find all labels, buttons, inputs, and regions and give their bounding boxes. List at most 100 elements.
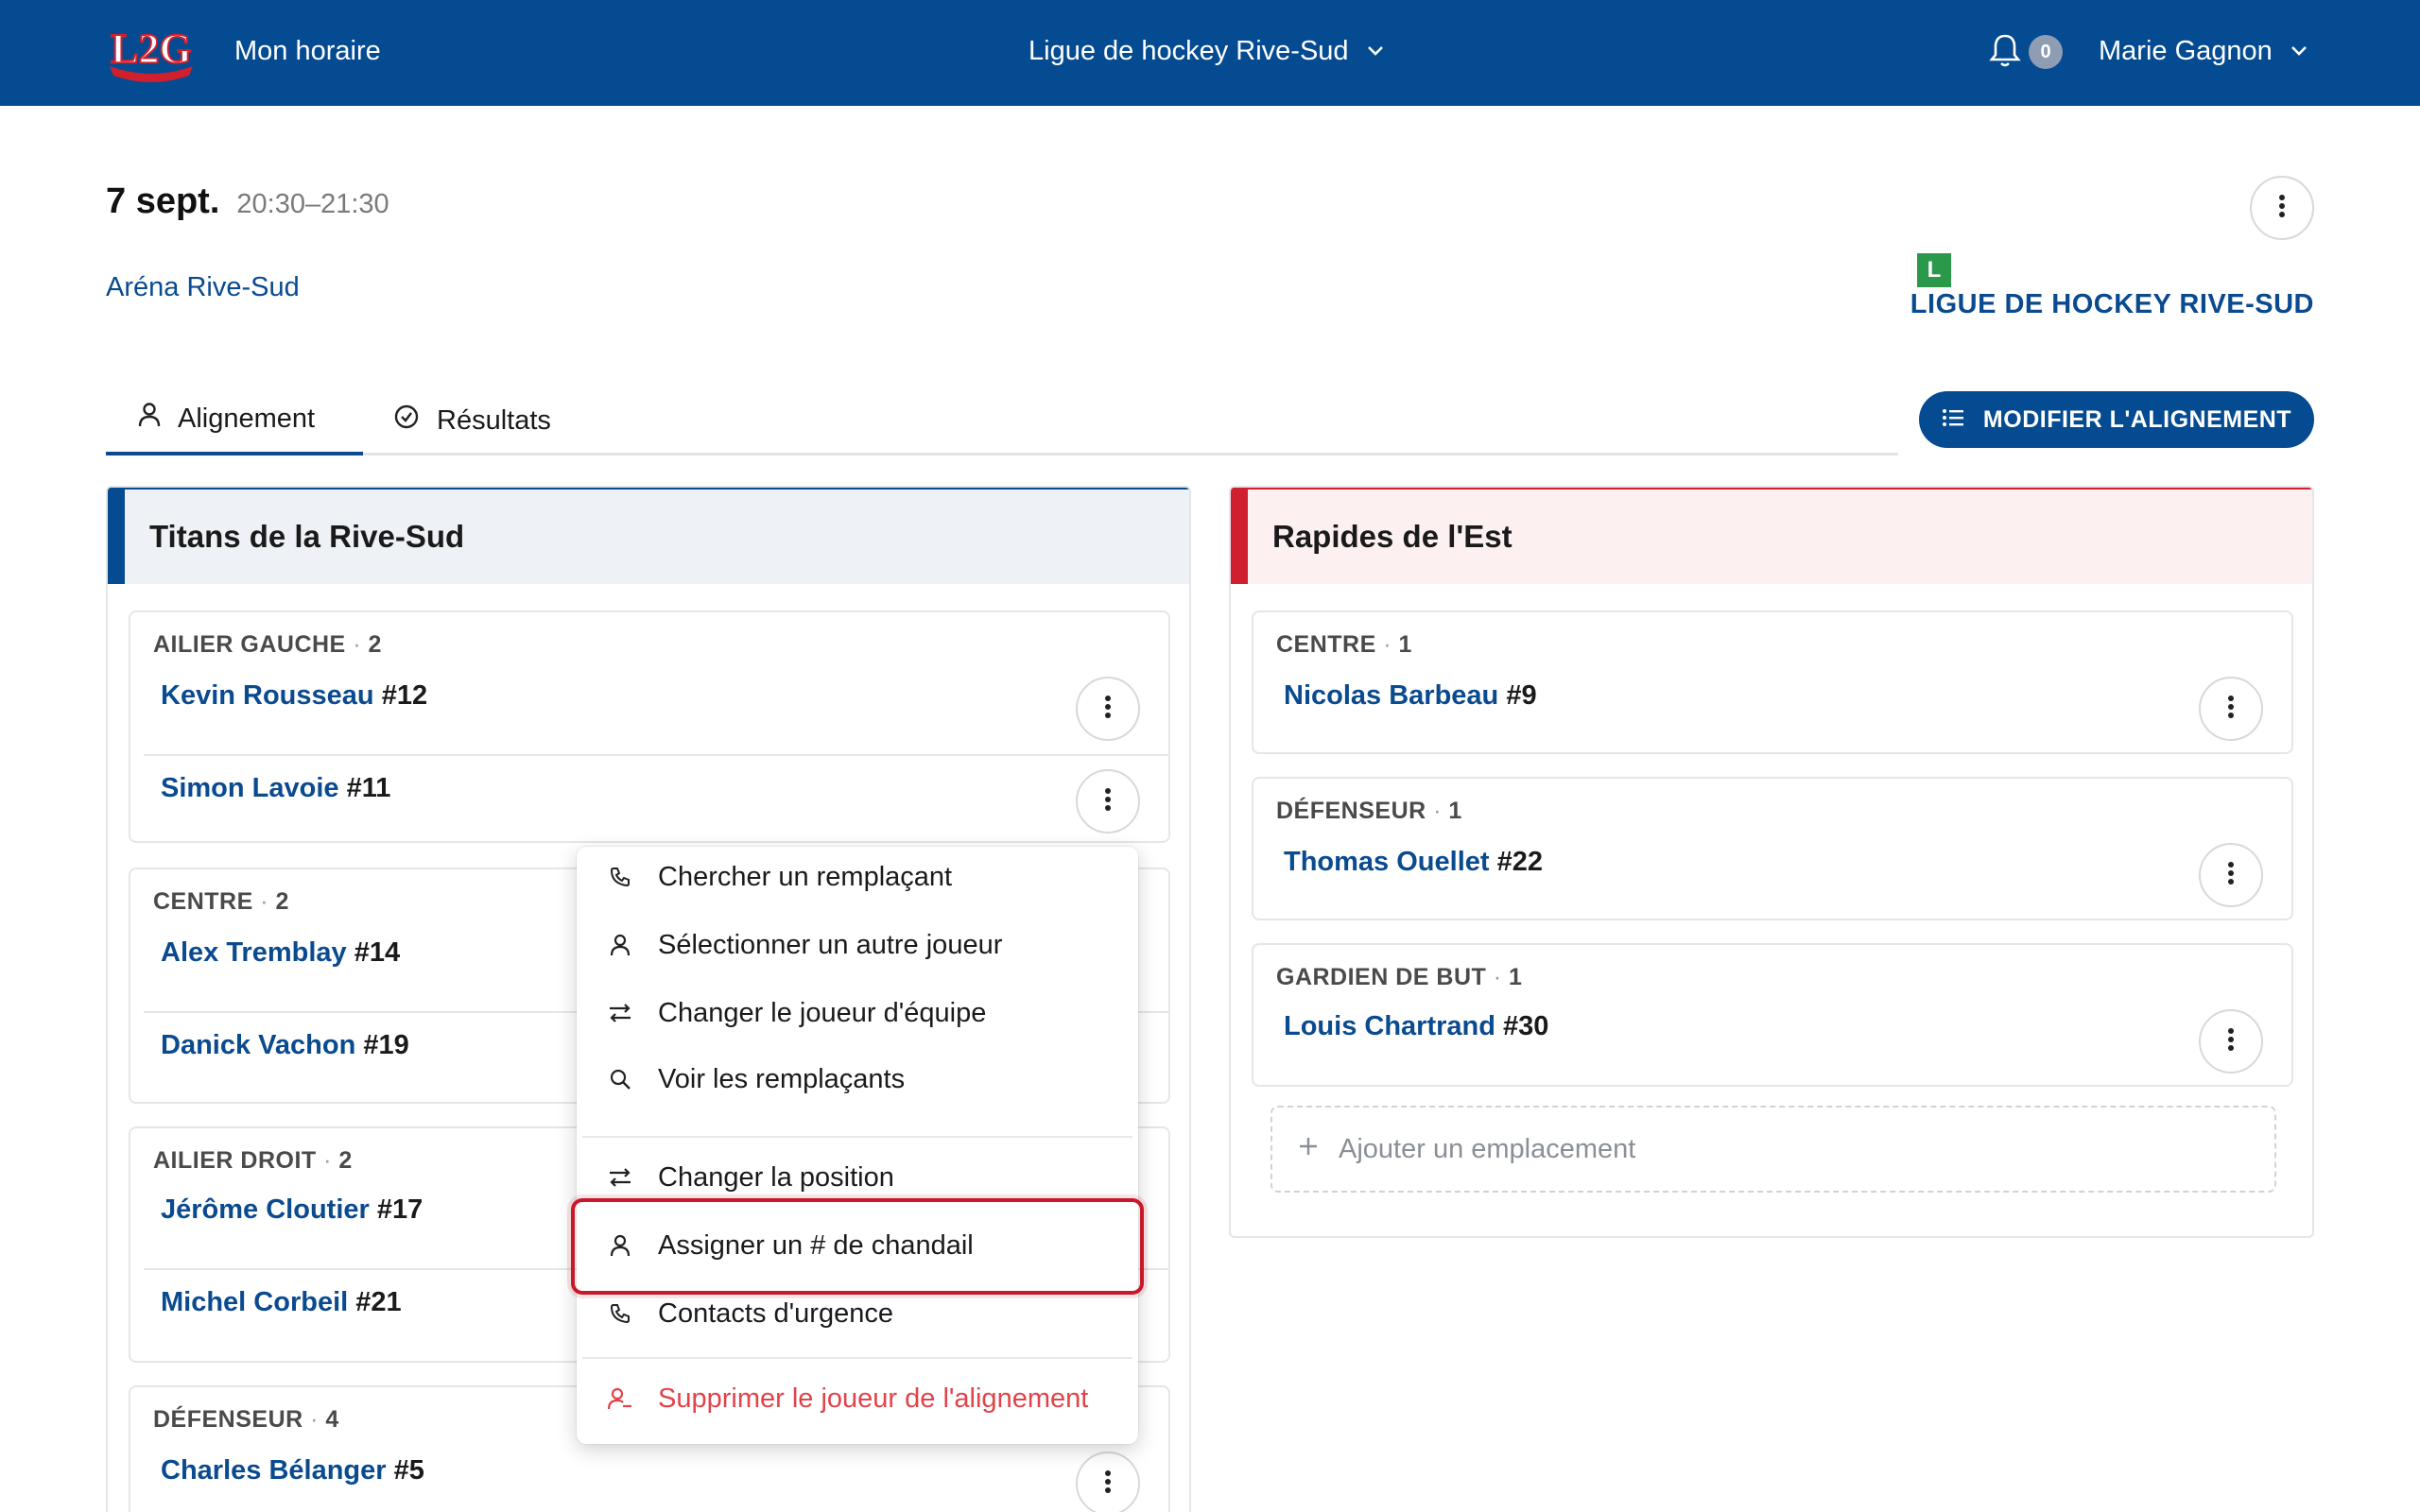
position-count: 2 bbox=[368, 631, 382, 658]
position-name: GARDIEN DE BUT bbox=[1276, 964, 1487, 990]
menu-item-label: Sélectionner un autre joueur bbox=[658, 929, 1003, 960]
player-name[interactable]: Michel Corbeil bbox=[161, 1287, 348, 1317]
position-label: AILIER DROIT · 2 bbox=[153, 1147, 353, 1174]
event-tabs: Alignement Résultats bbox=[106, 386, 1898, 455]
position-label: GARDIEN DE BUT · 1 bbox=[1276, 964, 1523, 990]
add-slot-button[interactable]: Ajouter un emplacement bbox=[1270, 1106, 2276, 1193]
player-row[interactable]: Louis Chartrand #30 bbox=[1284, 1011, 1548, 1042]
more-vertical-icon bbox=[2227, 695, 2235, 724]
highlighted-menu-item-outline bbox=[571, 1198, 1144, 1295]
position-name: CENTRE bbox=[153, 888, 253, 915]
player-row[interactable]: Thomas Ouellet #22 bbox=[1284, 847, 1543, 878]
check-circle-icon bbox=[393, 404, 420, 438]
player-more-button[interactable] bbox=[2199, 1009, 2263, 1074]
position-count: 1 bbox=[1398, 631, 1412, 658]
menu-item-label: Contacts d'urgence bbox=[658, 1297, 893, 1329]
tab-label: Alignement bbox=[178, 403, 316, 434]
position-card-center: CENTRE · 1 Nicolas Barbeau #9 bbox=[1252, 610, 2293, 754]
player-number: #30 bbox=[1503, 1011, 1549, 1041]
swap-icon bbox=[607, 1164, 633, 1191]
menu-item-label: Voir les remplaçants bbox=[658, 1063, 906, 1094]
position-count: 1 bbox=[1509, 964, 1523, 990]
player-name[interactable]: Simon Lavoie bbox=[161, 773, 339, 803]
player-more-button[interactable] bbox=[2199, 843, 2263, 907]
bell-icon bbox=[1989, 32, 2021, 73]
player-number: #17 bbox=[376, 1194, 424, 1225]
app-logo[interactable]: L2G bbox=[104, 19, 199, 83]
plus-icon bbox=[1297, 1134, 1320, 1165]
notifications-button[interactable]: 0 bbox=[1989, 32, 2074, 72]
player-row[interactable]: Alex Tremblay #14 bbox=[161, 937, 400, 969]
menu-item-label: Supprimer le joueur de l'alignement bbox=[658, 1383, 1089, 1414]
away-team-panel: Rapides de l'Est CENTRE · 1 Nicolas Barb… bbox=[1229, 486, 2314, 1238]
player-number: #21 bbox=[355, 1287, 402, 1317]
player-name[interactable]: Jérôme Cloutier bbox=[161, 1194, 370, 1225]
position-name: CENTRE bbox=[1276, 631, 1376, 658]
app-title[interactable]: Mon horaire bbox=[234, 0, 381, 102]
league-name-link[interactable]: LIGUE DE HOCKEY RIVE-SUD bbox=[1910, 289, 2314, 320]
chevron-down-icon bbox=[2286, 38, 2312, 64]
player-number: #5 bbox=[393, 1455, 424, 1486]
position-count: 1 bbox=[1448, 798, 1462, 824]
player-name[interactable]: Alex Tremblay bbox=[161, 937, 347, 968]
position-count: 4 bbox=[325, 1406, 339, 1433]
player-context-menu: Chercher un remplaçant Sélectionner un a… bbox=[577, 847, 1138, 1444]
notification-count-badge: 0 bbox=[2029, 35, 2063, 69]
player-more-button[interactable] bbox=[1076, 1452, 1140, 1512]
menu-item-change-team[interactable]: Changer le joueur d'équipe bbox=[577, 983, 1138, 1043]
position-card-left-wing: AILIER GAUCHE · 2 Kevin Rousseau #12 Sim… bbox=[129, 610, 1170, 843]
player-name[interactable]: Louis Chartrand bbox=[1284, 1011, 1495, 1041]
menu-item-remove-player[interactable]: Supprimer le joueur de l'alignement bbox=[577, 1368, 1138, 1429]
player-row[interactable]: Danick Vachon #19 bbox=[161, 1030, 409, 1061]
position-card-defense: DÉFENSEUR · 1 Thomas Ouellet #22 bbox=[1252, 777, 2293, 920]
more-vertical-icon bbox=[2227, 1027, 2235, 1057]
position-name: DÉFENSEUR bbox=[1276, 798, 1426, 824]
player-row[interactable]: Nicolas Barbeau #9 bbox=[1284, 680, 1537, 712]
league-logo-badge: L bbox=[1917, 253, 1951, 287]
position-name: DÉFENSEUR bbox=[153, 1406, 303, 1433]
phone-icon bbox=[607, 1300, 633, 1327]
player-name[interactable]: Thomas Ouellet bbox=[1284, 847, 1490, 877]
edit-lineup-label: MODIFIER L'ALIGNEMENT bbox=[1982, 405, 2292, 433]
menu-item-label: Chercher un remplaçant bbox=[658, 861, 953, 892]
event-header: 7 sept. 20:30–21:30 bbox=[106, 181, 389, 222]
player-row[interactable]: Michel Corbeil #21 bbox=[161, 1287, 402, 1318]
more-vertical-icon bbox=[1104, 787, 1112, 816]
player-name[interactable]: Nicolas Barbeau bbox=[1284, 680, 1498, 711]
player-row[interactable]: Simon Lavoie #11 bbox=[161, 773, 390, 804]
player-number: #22 bbox=[1496, 847, 1543, 877]
menu-item-find-replacement[interactable]: Chercher un remplaçant bbox=[577, 847, 1138, 907]
chevron-down-icon bbox=[1362, 38, 1389, 64]
player-name[interactable]: Kevin Rousseau bbox=[161, 680, 374, 711]
player-number: #12 bbox=[381, 680, 428, 711]
position-label: CENTRE · 1 bbox=[1276, 631, 1412, 658]
position-label: AILIER GAUCHE · 2 bbox=[153, 631, 382, 658]
player-row[interactable]: Kevin Rousseau #12 bbox=[161, 680, 427, 712]
menu-item-view-replacements[interactable]: Voir les remplaçants bbox=[577, 1049, 1138, 1109]
event-more-button[interactable] bbox=[2250, 176, 2314, 240]
player-more-button[interactable] bbox=[1076, 769, 1140, 833]
person-icon bbox=[607, 932, 633, 958]
position-card-goalie: GARDIEN DE BUT · 1 Louis Chartrand #30 bbox=[1252, 943, 2293, 1087]
player-number: #14 bbox=[354, 937, 401, 968]
player-row[interactable]: Jérôme Cloutier #17 bbox=[161, 1194, 423, 1226]
position-name: AILIER DROIT bbox=[153, 1147, 317, 1174]
home-team-name: Titans de la Rive-Sud bbox=[108, 488, 1189, 584]
venue-link[interactable]: Aréna Rive-Sud bbox=[106, 272, 300, 303]
position-count: 2 bbox=[338, 1147, 353, 1174]
player-more-button[interactable] bbox=[2199, 677, 2263, 741]
menu-item-select-other-player[interactable]: Sélectionner un autre joueur bbox=[577, 915, 1138, 975]
event-time: 20:30–21:30 bbox=[236, 189, 389, 219]
position-label: DÉFENSEUR · 4 bbox=[153, 1406, 339, 1433]
user-menu[interactable]: Marie Gagnon bbox=[2099, 0, 2312, 102]
position-name: AILIER GAUCHE bbox=[153, 631, 346, 658]
more-vertical-icon bbox=[2227, 861, 2235, 890]
player-name[interactable]: Danick Vachon bbox=[161, 1030, 355, 1060]
edit-lineup-button[interactable]: MODIFIER L'ALIGNEMENT bbox=[1919, 391, 2314, 448]
player-row[interactable]: Charles Bélanger #5 bbox=[161, 1455, 424, 1486]
tab-resultats[interactable]: Résultats bbox=[393, 386, 551, 455]
player-more-button[interactable] bbox=[1076, 677, 1140, 741]
player-name[interactable]: Charles Bélanger bbox=[161, 1455, 387, 1486]
league-selector[interactable]: Ligue de hockey Rive-Sud bbox=[1028, 0, 1389, 102]
tab-alignement[interactable]: Alignement bbox=[106, 386, 363, 455]
